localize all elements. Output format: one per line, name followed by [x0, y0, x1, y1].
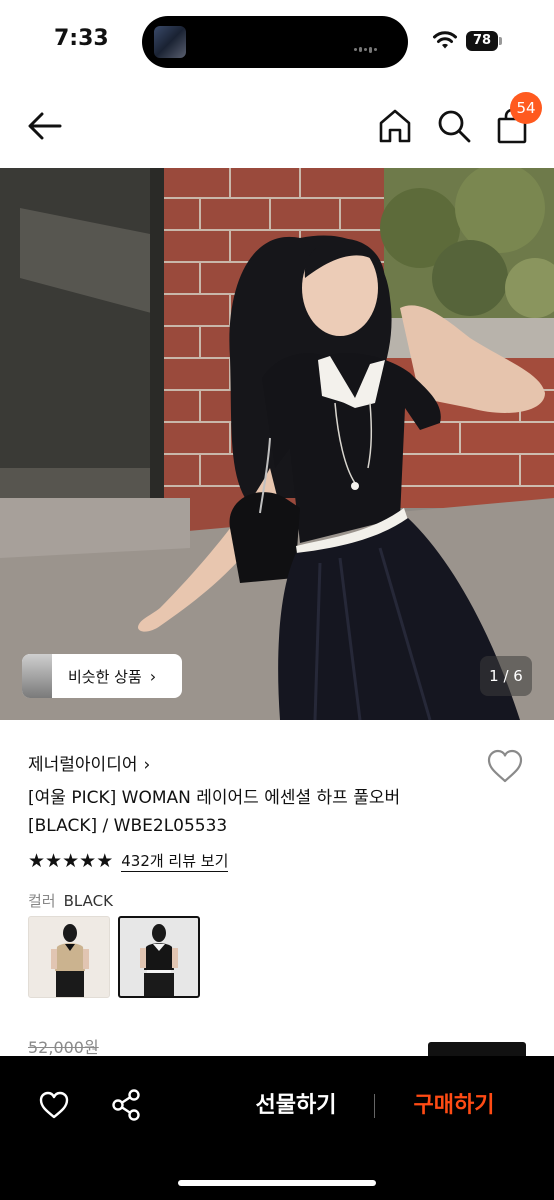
back-arrow-icon[interactable]	[26, 110, 64, 142]
status-time: 7:33	[54, 26, 109, 51]
battery-tip	[499, 37, 502, 45]
reviews-link[interactable]: 432개 리뷰 보기	[121, 851, 229, 872]
chevron-right-icon: ›	[149, 666, 157, 686]
rating-stars: ★ ★ ★ ★ ★	[28, 850, 113, 872]
brand-name: 제너럴아이디어	[28, 755, 138, 775]
original-price: 52,000원	[28, 1038, 99, 1057]
chevron-right-icon: ›	[143, 755, 151, 775]
product-photo	[0, 168, 554, 720]
star-icon: ★	[45, 850, 63, 872]
home-icon[interactable]	[378, 108, 412, 144]
top-nav-bar: 54	[0, 84, 554, 168]
brand-link[interactable]: 제너럴아이디어 ›	[28, 750, 150, 775]
gift-button[interactable]: 선물하기	[232, 1084, 360, 1128]
wifi-icon	[433, 31, 457, 49]
status-bar: 7:33 78	[0, 0, 554, 84]
button-divider	[374, 1094, 375, 1118]
dynamic-island[interactable]	[142, 16, 408, 68]
product-image-carousel[interactable]: 비슷한 상품 › 1 / 6	[0, 168, 554, 720]
home-indicator[interactable]	[178, 1180, 376, 1186]
heart-icon[interactable]	[486, 748, 524, 784]
battery-indicator: 78	[466, 31, 502, 51]
wishlist-heart-icon[interactable]	[38, 1090, 70, 1120]
color-label: 컬러	[28, 892, 56, 910]
star-icon: ★	[28, 850, 46, 872]
similar-products-label: 비슷한 상품	[68, 667, 142, 686]
color-option-beige[interactable]	[28, 916, 110, 998]
star-icon: ★	[96, 850, 114, 872]
audio-waveform-icon	[354, 39, 384, 53]
product-title: [여울 PICK] WOMAN 레이어드 에센셜 하프 풀오버 [BLACK] …	[28, 788, 401, 836]
selected-color-value: BLACK	[63, 892, 113, 910]
color-option-black[interactable]	[118, 916, 200, 998]
black-option-thumbnail	[140, 924, 178, 996]
now-playing-artwork	[154, 26, 186, 58]
cart-count-badge[interactable]: 54	[510, 92, 542, 124]
similar-product-thumbnail	[22, 654, 52, 698]
star-icon: ★	[62, 850, 80, 872]
star-icon: ★	[79, 850, 97, 872]
buy-button[interactable]: 구매하기	[390, 1084, 518, 1128]
rating-row: ★ ★ ★ ★ ★ 432개 리뷰 보기	[28, 850, 229, 872]
bottom-action-bar: 선물하기 구매하기	[0, 1056, 554, 1200]
color-option-row: 컬러 BLACK	[28, 890, 113, 911]
beige-option-thumbnail	[51, 924, 89, 997]
image-page-indicator: 1 / 6	[480, 656, 532, 696]
battery-level: 78	[466, 31, 498, 51]
similar-products-button[interactable]: 비슷한 상품 ›	[22, 654, 182, 698]
search-icon[interactable]	[436, 108, 472, 144]
share-icon[interactable]	[110, 1088, 142, 1122]
